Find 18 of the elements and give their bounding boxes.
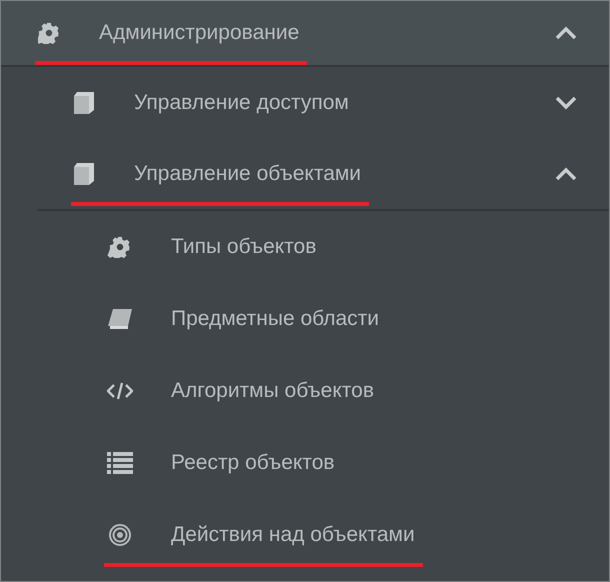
target-icon [107, 524, 133, 546]
menu-item[interactable]: Администрирование [1, 1, 609, 67]
chevron-up-icon[interactable] [555, 167, 577, 181]
list-icon [107, 452, 133, 474]
chevron-down-icon[interactable] [555, 96, 577, 110]
menu-item[interactable]: Предметные области [1, 283, 609, 355]
book-icon [74, 92, 94, 114]
chevron-up-icon[interactable] [555, 26, 577, 40]
menu-item[interactable]: Управление доступом [1, 67, 609, 139]
menu-item[interactable]: Управление объектами [37, 139, 609, 211]
menu-item[interactable]: Реестр объектов [1, 427, 609, 499]
book-icon [107, 309, 133, 329]
menu-item[interactable]: Типы объектов [1, 211, 609, 283]
book-icon [74, 163, 94, 185]
code-icon [107, 382, 133, 400]
menu-item[interactable]: Алгоритмы объектов [1, 355, 609, 427]
gear-icon [38, 22, 60, 44]
menu-item[interactable]: Действия над объектами [1, 499, 609, 571]
